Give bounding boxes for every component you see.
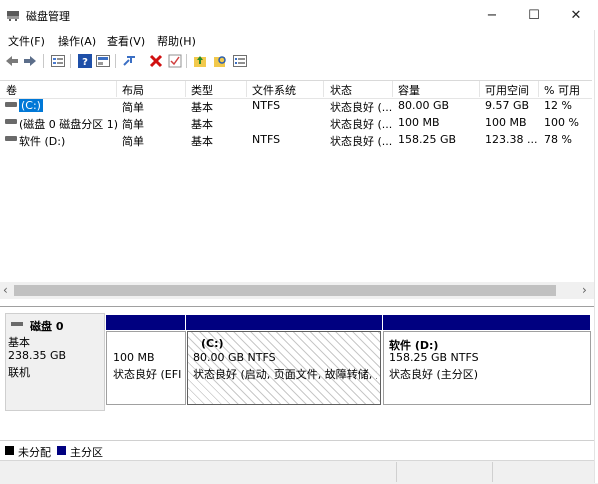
partition-size: 100 MB [113,351,155,364]
maximize-button[interactable]: ☐ [514,0,554,30]
scroll-right-icon[interactable]: › [582,283,587,297]
disk-name: 磁盘 0 [30,320,64,333]
cell-percent-free: 100 % [544,116,579,129]
unallocated-swatch [5,446,14,455]
folder-up-icon[interactable] [192,53,208,69]
cell-type: 基本 [191,118,213,131]
column-divider[interactable] [392,81,393,97]
toolbar-separator [70,54,71,68]
table-row[interactable]: (C:) [19,99,43,112]
check-icon[interactable] [167,53,183,69]
volume-icon [5,102,17,107]
table-row[interactable]: (磁盘 0 磁盘分区 1) [19,116,118,132]
scrollbar-thumb[interactable] [14,285,556,296]
column-percent-free[interactable]: % 可用 [544,82,580,98]
list-view-icon[interactable] [50,53,66,69]
svg-text:?: ? [82,57,88,68]
partition-header [186,315,382,330]
cell-layout: 简单 [122,118,144,131]
partition-status: 状态良好 (EFI [113,368,182,381]
console-icon[interactable] [232,53,248,69]
back-arrow-icon[interactable] [4,53,20,69]
disk-icon [11,322,23,326]
table-row[interactable]: 软件 (D:) [19,133,65,149]
legend-unallocated: 未分配 [18,446,51,459]
disk-state: 联机 [8,366,30,379]
disk-type: 基本 [8,336,30,349]
menu-view[interactable]: 查看(V) [107,33,145,49]
window-edge [594,30,598,483]
cell-percent-free: 78 % [544,133,572,146]
primary-swatch [57,446,66,455]
cell-free-space: 123.38 ... [485,133,538,146]
column-volume[interactable]: 卷 [6,82,17,98]
cell-filesystem: NTFS [252,99,281,112]
window-title: 磁盘管理 [26,10,70,23]
legend-primary: 主分区 [70,446,103,459]
volume-icon [5,136,17,141]
partition-size: 80.00 GB NTFS [193,351,276,364]
column-divider[interactable] [538,81,539,97]
disk-management-icon [6,9,20,21]
menu-help[interactable]: 帮助(H) [157,33,196,49]
toolbar-separator [186,54,187,68]
forward-arrow-icon[interactable] [22,53,38,69]
cell-capacity: 80.00 GB [398,99,450,112]
partition-status: 状态良好 (主分区) [389,368,479,381]
cell-percent-free: 12 % [544,99,572,112]
properties-icon[interactable] [95,53,111,69]
minimize-button[interactable]: − [472,0,512,30]
close-button[interactable]: ✕ [556,0,596,30]
column-filesystem[interactable]: 文件系统 [252,82,296,98]
column-divider[interactable] [323,81,324,97]
partition-header [106,315,185,330]
help-icon[interactable]: ? [77,53,93,69]
menu-file[interactable]: 文件(F) [8,33,45,49]
delete-icon[interactable] [148,53,164,69]
status-divider [396,462,397,482]
volume-name[interactable]: (C:) [19,99,43,112]
cell-capacity: 158.25 GB [398,133,457,146]
column-capacity[interactable]: 容量 [398,82,420,98]
status-divider [492,462,493,482]
column-divider[interactable] [185,81,186,97]
toolbar-separator [43,54,44,68]
column-layout[interactable]: 布局 [122,82,144,98]
cell-status: 状态良好 (... [330,135,393,148]
cell-type: 基本 [191,135,213,148]
partition-size: 158.25 GB NTFS [389,351,479,364]
cell-status: 状态良好 (... [330,118,393,131]
cell-free-space: 100 MB [485,116,527,129]
cell-status: 状态良好 (... [330,101,393,114]
menu-action[interactable]: 操作(A) [58,33,96,49]
column-free-space[interactable]: 可用空间 [485,82,529,98]
column-divider[interactable] [116,81,117,97]
cell-layout: 简单 [122,135,144,148]
column-type[interactable]: 类型 [191,82,213,98]
column-divider[interactable] [246,81,247,97]
cell-capacity: 100 MB [398,116,440,129]
partition-title: (C:) [201,337,224,350]
volume-icon [5,119,17,124]
cell-type: 基本 [191,101,213,114]
scroll-left-icon[interactable]: ‹ [3,283,8,297]
column-status[interactable]: 状态 [330,82,352,98]
cell-layout: 简单 [122,101,144,114]
connect-disk-icon[interactable] [122,53,138,69]
column-divider[interactable] [479,81,480,97]
search-folder-icon[interactable] [212,53,228,69]
toolbar-separator [115,54,116,68]
cell-filesystem: NTFS [252,133,281,146]
cell-free-space: 9.57 GB [485,99,530,112]
status-bar [0,460,598,484]
partition-status: 状态良好 (启动, 页面文件, 故障转储, 主 [193,368,377,381]
disk-size: 238.35 GB [8,349,67,362]
partition-header [383,315,590,330]
